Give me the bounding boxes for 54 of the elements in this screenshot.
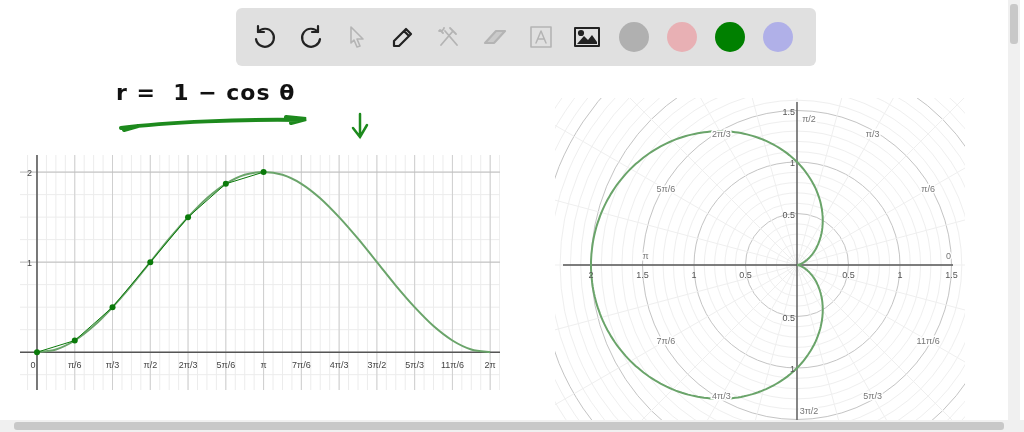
angle-label: 5π/6 — [656, 184, 676, 195]
data-point — [185, 214, 192, 221]
y-tick-label: 1 — [27, 258, 32, 269]
y-tick-label: 0.5 — [782, 312, 795, 323]
x-tick-label: 7π/6 — [292, 360, 311, 371]
color-swatch[interactable] — [715, 22, 745, 52]
angle-label: 2π/3 — [711, 128, 731, 139]
vertical-scrollbar[interactable] — [1008, 0, 1020, 420]
angle-label: 3π/2 — [799, 406, 819, 417]
x-tick-label: 1 — [691, 270, 697, 280]
x-tick-label: 2 — [588, 270, 594, 280]
angle-label: 5π/3 — [863, 391, 883, 402]
data-point — [222, 180, 229, 187]
data-point — [109, 304, 116, 311]
color-swatch[interactable] — [619, 22, 649, 52]
angle-label: π/2 — [802, 113, 816, 124]
y-tick-label: 2 — [27, 168, 32, 179]
x-tick-label: 11π/6 — [440, 360, 464, 371]
angle-label: π/6 — [921, 184, 935, 195]
x-tick-label: 2π/3 — [178, 360, 198, 371]
y-tick-label: 1 — [790, 158, 795, 168]
y-tick-label: 1.5 — [782, 106, 795, 117]
x-tick-label: 5π/3 — [405, 360, 424, 371]
x-tick-label: 0.5 — [842, 270, 855, 280]
angle-label: π/3 — [865, 128, 880, 139]
color-swatch[interactable] — [763, 22, 793, 52]
data-point — [71, 337, 78, 344]
x-tick-label: 2π — [484, 360, 496, 371]
angle-label: 11π/6 — [916, 335, 940, 346]
x-tick-label: 0.5 — [739, 270, 752, 280]
angle-label: π — [642, 251, 649, 261]
data-point — [147, 259, 154, 266]
x-tick-label: 0 — [30, 360, 36, 371]
x-tick-label: 1.5 — [945, 270, 958, 280]
color-swatch[interactable] — [667, 22, 697, 52]
angle-label: 0 — [945, 251, 951, 261]
x-tick-label: 1 — [897, 270, 903, 280]
down-arrow-icon — [350, 112, 370, 140]
handwritten-equation: r = 1 − cos θ — [116, 80, 296, 105]
text-box-icon — [527, 23, 555, 51]
y-tick-label: 1 — [790, 364, 795, 374]
x-tick-label: 4π/3 — [329, 360, 349, 371]
angle-label: 7π/6 — [656, 335, 676, 346]
x-tick-label: π/2 — [143, 360, 158, 371]
data-point — [34, 349, 40, 356]
x-tick-label: π/3 — [105, 360, 120, 371]
x-tick-label: 5π/6 — [216, 360, 236, 371]
x-tick-label: π/6 — [67, 360, 82, 371]
y-tick-label: 0.5 — [782, 209, 795, 220]
horizontal-scrollbar[interactable] — [0, 420, 1024, 432]
x-tick-label: π — [260, 360, 267, 371]
data-point — [260, 169, 267, 176]
x-tick-label: 1.5 — [636, 270, 649, 280]
x-tick-label: 3π/2 — [367, 360, 387, 371]
